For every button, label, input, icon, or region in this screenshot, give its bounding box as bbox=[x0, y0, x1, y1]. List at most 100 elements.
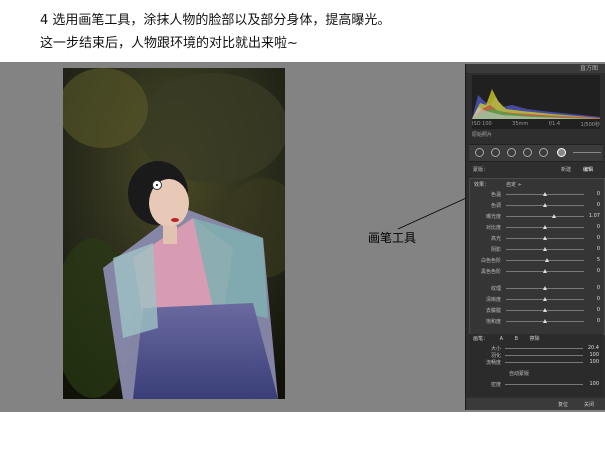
brush-row-label: 流畅度 bbox=[485, 360, 501, 366]
slider-row[interactable]: 阴影 0 bbox=[470, 246, 604, 253]
slider-knob[interactable] bbox=[543, 269, 547, 273]
slider-value: 0 bbox=[596, 202, 600, 208]
tool-strip-slider[interactable] bbox=[573, 152, 601, 153]
effect-label: 效果： bbox=[474, 182, 490, 188]
auto-mask-checkbox[interactable]: 自动蒙版 bbox=[509, 370, 529, 377]
brush-row[interactable]: 大小 20.4 bbox=[469, 345, 603, 352]
mask-edit-button[interactable]: 编辑 bbox=[583, 166, 593, 173]
red-eye-icon[interactable] bbox=[507, 148, 516, 157]
adjustment-sliders: 效果： 自定 ÷ 色温 0 色调 0 曝光度 1.07 对比度 0 高光 0 阴影 0 白色色阶 5 黑色色… bbox=[469, 178, 605, 335]
slider-row[interactable]: 黑色色阶 0 bbox=[470, 268, 604, 275]
brush-row-value: 100 bbox=[589, 359, 599, 365]
reset-button[interactable]: 复位 bbox=[558, 401, 568, 408]
slider-knob[interactable] bbox=[552, 214, 557, 218]
brush-tab-erase[interactable]: 擦除 bbox=[530, 336, 540, 342]
caption-line-2: 这一步结束后，人物跟环境的对比就出来啦~ bbox=[40, 36, 298, 51]
crop-tool-icon[interactable] bbox=[475, 148, 484, 157]
slider-value: 0 bbox=[596, 224, 600, 230]
slider-row[interactable]: 饱和度 0 bbox=[470, 318, 604, 325]
slider-knob[interactable] bbox=[543, 247, 547, 251]
slider-row[interactable]: 色调 0 bbox=[470, 202, 604, 209]
aperture-value: f/1.4 bbox=[548, 121, 561, 127]
slider-row[interactable]: 曝光度 1.07 bbox=[470, 213, 604, 220]
graduated-filter-icon[interactable] bbox=[523, 148, 532, 157]
slider-value: 0 bbox=[596, 268, 600, 274]
brush-tab-a[interactable]: A bbox=[500, 336, 503, 342]
caption-line-1: 4 选用画笔工具，涂抹人物的脸部以及部分身体，提高曝光。 bbox=[40, 13, 391, 28]
slider-knob[interactable] bbox=[543, 236, 547, 240]
brush-row-track[interactable] bbox=[505, 348, 583, 349]
brush-tab-b[interactable]: B bbox=[515, 336, 518, 342]
slider-label: 饱和度 bbox=[485, 319, 501, 325]
slider-value: 0 bbox=[596, 318, 600, 324]
tool-strip bbox=[469, 144, 603, 162]
iso-value: ISO 100 bbox=[472, 121, 492, 127]
brush-row-track[interactable] bbox=[505, 362, 583, 363]
slider-row[interactable]: 白色色阶 5 bbox=[470, 257, 604, 264]
slider-value: 1.07 bbox=[588, 213, 600, 219]
mask-row: 蒙版： 新建 编辑 bbox=[469, 165, 603, 174]
slider-label: 阴影 bbox=[490, 247, 501, 253]
histogram-meta: ISO 100 35mm f/1.4 1/500秒 bbox=[472, 121, 600, 128]
slider-value: 0 bbox=[596, 307, 600, 313]
slider-label: 色调 bbox=[490, 203, 501, 209]
portrait-photo bbox=[63, 68, 285, 399]
slider-row[interactable]: 高光 0 bbox=[470, 235, 604, 242]
brush-row-label: 大小 bbox=[490, 346, 501, 352]
brush-row[interactable]: 密度 100 bbox=[469, 381, 603, 388]
slider-row[interactable]: 对比度 0 bbox=[470, 224, 604, 231]
brush-row[interactable]: 流畅度 100 bbox=[469, 359, 603, 366]
histogram-header: 直方图 bbox=[466, 64, 605, 73]
brush-row-value: 100 bbox=[589, 352, 599, 358]
slider-label: 纹理 bbox=[490, 286, 501, 292]
slider-label: 去朦胧 bbox=[485, 308, 501, 314]
slider-value: 0 bbox=[596, 296, 600, 302]
slider-knob[interactable] bbox=[543, 286, 547, 290]
slider-label: 清晰度 bbox=[485, 297, 501, 303]
develop-panel: 直方图 ISO 100 35mm f/1.4 1/500秒 原始照片 蒙版： 新… bbox=[465, 64, 605, 410]
slider-value: 0 bbox=[596, 191, 600, 197]
brush-row-value: 20.4 bbox=[587, 345, 599, 351]
brush-row[interactable]: 羽化 100 bbox=[469, 352, 603, 359]
slider-value: 0 bbox=[596, 246, 600, 252]
slider-knob[interactable] bbox=[543, 308, 547, 312]
slider-knob[interactable] bbox=[543, 319, 547, 323]
brush-pin-icon[interactable] bbox=[152, 180, 162, 190]
slider-value: 0 bbox=[596, 235, 600, 241]
slider-value: 5 bbox=[596, 257, 600, 263]
slider-knob[interactable] bbox=[543, 203, 547, 207]
brush-tabs: 画笔： A B 擦除 bbox=[473, 335, 550, 342]
brush-row-label: 密度 bbox=[490, 382, 501, 388]
brush-row-track[interactable] bbox=[505, 384, 583, 385]
slider-row[interactable]: 色温 0 bbox=[470, 191, 604, 198]
slider-row[interactable]: 纹理 0 bbox=[470, 285, 604, 292]
slider-row[interactable]: 清晰度 0 bbox=[470, 296, 604, 303]
slider-knob[interactable] bbox=[543, 297, 547, 301]
brush-row-label: 羽化 bbox=[490, 353, 501, 359]
original-photo-checkbox[interactable]: 原始照片 bbox=[472, 131, 492, 138]
slider-label: 高光 bbox=[490, 236, 501, 242]
mask-label: 蒙版： bbox=[473, 167, 489, 173]
slider-label: 色温 bbox=[490, 192, 501, 198]
brush-settings: 画笔： A B 擦除 自动蒙版 大小 20.4 羽化 100 流畅度 100 密度 100 bbox=[469, 334, 603, 396]
shutter-value: 1/500秒 bbox=[580, 122, 600, 128]
effect-preset-dropdown[interactable]: 自定 ÷ bbox=[506, 181, 522, 188]
panel-footer: 复位 关闭 bbox=[466, 398, 605, 410]
slider-knob[interactable] bbox=[543, 192, 547, 196]
spot-removal-icon[interactable] bbox=[491, 148, 500, 157]
slider-label: 对比度 bbox=[485, 225, 501, 231]
brush-tab-label: 画笔： bbox=[473, 336, 489, 342]
brush-row-track[interactable] bbox=[505, 355, 583, 356]
slider-track[interactable] bbox=[506, 216, 584, 217]
slider-knob[interactable] bbox=[543, 225, 547, 229]
close-button[interactable]: 关闭 bbox=[584, 401, 594, 408]
focal-length-value: 35mm bbox=[512, 121, 529, 127]
slider-row[interactable]: 去朦胧 0 bbox=[470, 307, 604, 314]
mask-new-button[interactable]: 新建 bbox=[561, 166, 571, 173]
adjustment-brush-icon[interactable] bbox=[557, 148, 566, 157]
slider-label: 黑色色阶 bbox=[480, 269, 501, 275]
brush-row-value: 100 bbox=[589, 381, 599, 387]
radial-filter-icon[interactable] bbox=[539, 148, 548, 157]
slider-knob[interactable] bbox=[545, 258, 550, 262]
slider-value: 0 bbox=[596, 285, 600, 291]
